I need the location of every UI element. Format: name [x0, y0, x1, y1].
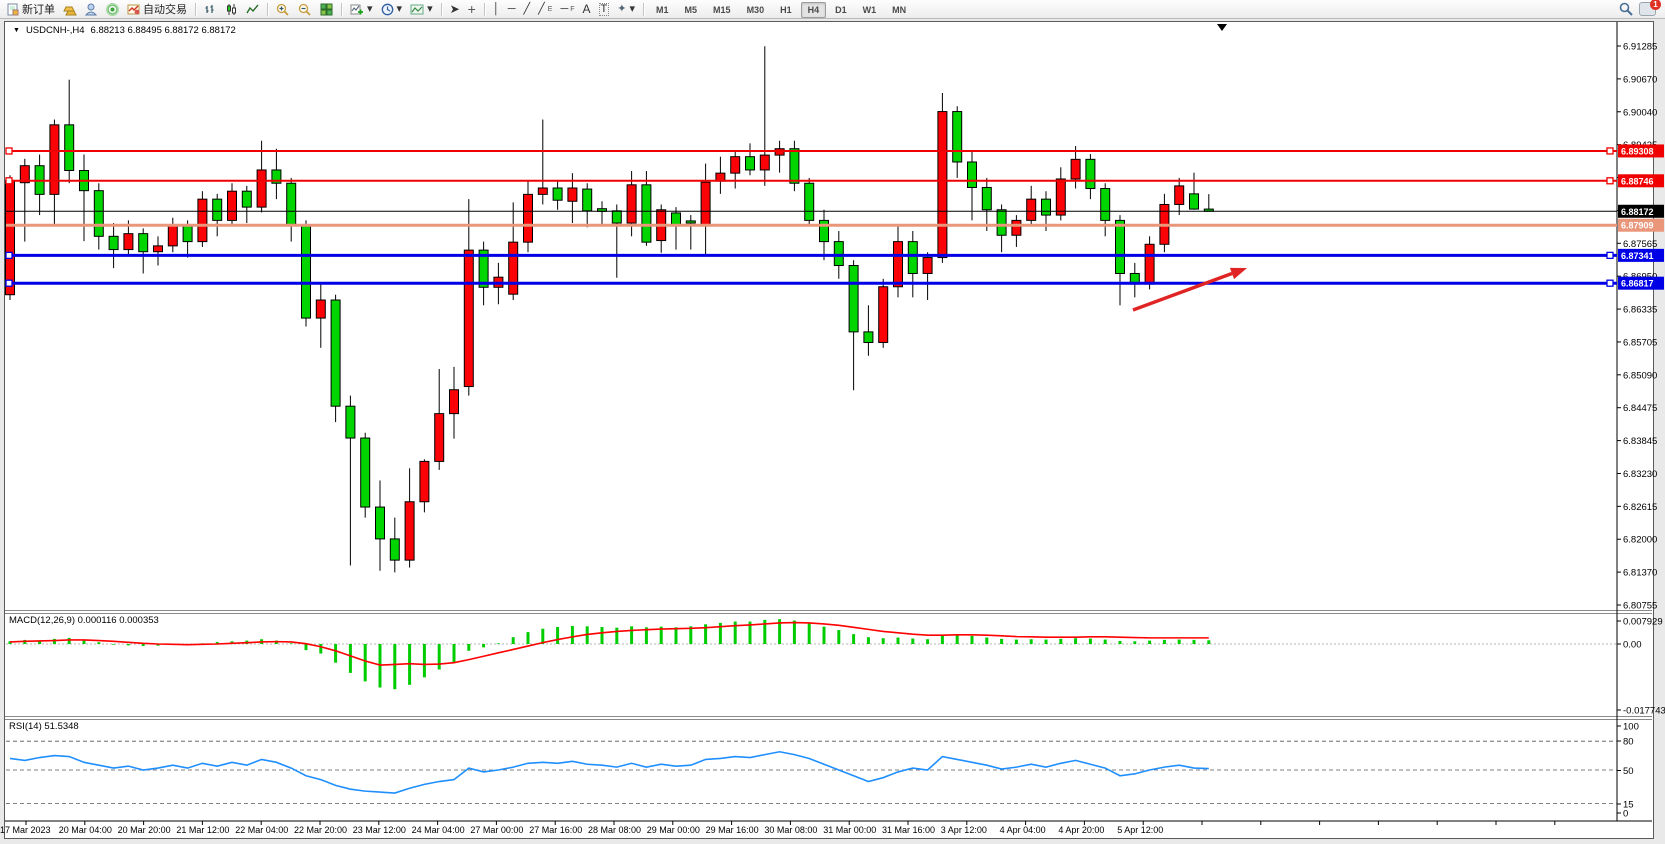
svg-text:6.84475: 6.84475	[1623, 403, 1657, 414]
svg-text:6.83230: 6.83230	[1623, 469, 1657, 480]
svg-text:31 Mar 00:00: 31 Mar 00:00	[823, 825, 876, 835]
svg-text:30 Mar 08:00: 30 Mar 08:00	[764, 825, 817, 835]
svg-text:3 Apr 12:00: 3 Apr 12:00	[941, 825, 987, 835]
svg-text:6.81370: 6.81370	[1623, 568, 1657, 579]
chart-ohlc-values: 6.88213 6.88495 6.88172 6.88172	[91, 25, 236, 36]
hline-handle[interactable]	[6, 252, 12, 258]
svg-text:100: 100	[1623, 722, 1639, 733]
mt4-trading-platform: { "toolbar": { "new_order_label": "新订单",…	[0, 0, 1665, 844]
svg-text:80: 80	[1623, 737, 1634, 748]
hline-handle[interactable]	[6, 178, 12, 184]
chart-canvas[interactable]: 6.912856.906706.900406.894256.888106.881…	[0, 0, 1665, 844]
chart-menu-caret-icon[interactable]: ▼	[13, 27, 20, 34]
hline-handle[interactable]	[1607, 148, 1613, 154]
macd-indicator-label: MACD(12,26,9) 0.000116 0.000353	[9, 615, 159, 626]
svg-text:6.91285: 6.91285	[1623, 42, 1657, 53]
rsi-indicator-label: RSI(14) 51.5348	[9, 721, 79, 732]
svg-text:4 Apr 04:00: 4 Apr 04:00	[1000, 825, 1046, 835]
svg-text:50: 50	[1623, 766, 1634, 777]
svg-text:27 Mar 00:00: 27 Mar 00:00	[470, 825, 523, 835]
svg-text:6.80755: 6.80755	[1623, 601, 1657, 612]
svg-text:6.87565: 6.87565	[1623, 239, 1657, 250]
svg-text:6.90670: 6.90670	[1623, 74, 1657, 85]
hline-handle[interactable]	[1607, 252, 1613, 258]
price-axis[interactable]: 6.912856.906706.900406.894256.888106.881…	[1617, 42, 1657, 612]
price-tags: 6.89308 6.88746 6.88172 6.87909 6.87341 6.868…	[1618, 144, 1664, 289]
svg-text:6.88172: 6.88172	[1621, 207, 1654, 217]
svg-text:6.86335: 6.86335	[1623, 305, 1657, 316]
svg-text:0.007929: 0.007929	[1623, 617, 1663, 628]
svg-text:6.83845: 6.83845	[1623, 436, 1657, 447]
svg-text:28 Mar 08:00: 28 Mar 08:00	[588, 825, 641, 835]
chart-shift-marker-icon[interactable]	[1217, 24, 1227, 31]
svg-text:0: 0	[1623, 809, 1628, 820]
svg-text:22 Mar 04:00: 22 Mar 04:00	[235, 825, 288, 835]
svg-text:31 Mar 16:00: 31 Mar 16:00	[882, 825, 935, 835]
svg-text:6.85705: 6.85705	[1623, 337, 1657, 348]
svg-text:4 Apr 20:00: 4 Apr 20:00	[1058, 825, 1104, 835]
svg-text:6.87341: 6.87341	[1621, 251, 1654, 261]
svg-text:6.85090: 6.85090	[1623, 370, 1657, 381]
svg-text:6.86817: 6.86817	[1621, 279, 1654, 289]
macd-signal-line	[10, 623, 1209, 666]
svg-text:23 Mar 12:00: 23 Mar 12:00	[353, 825, 406, 835]
hline-handle[interactable]	[6, 280, 12, 286]
svg-text:27 Mar 16:00: 27 Mar 16:00	[529, 825, 582, 835]
svg-text:6.82000: 6.82000	[1623, 535, 1657, 546]
rsi-line	[10, 752, 1209, 793]
hline-handle[interactable]	[6, 148, 12, 154]
svg-text:20 Mar 20:00: 20 Mar 20:00	[118, 825, 171, 835]
svg-text:-0.017743: -0.017743	[1623, 706, 1665, 717]
hline-handle[interactable]	[1607, 178, 1613, 184]
chart-title-bar: ▼ USDCNH-,H4 6.88213 6.88495 6.88172 6.8…	[13, 25, 236, 36]
svg-text:22 Mar 20:00: 22 Mar 20:00	[294, 825, 347, 835]
svg-text:17 Mar 2023: 17 Mar 2023	[0, 825, 51, 835]
svg-text:6.88746: 6.88746	[1621, 176, 1654, 186]
svg-text:29 Mar 00:00: 29 Mar 00:00	[647, 825, 700, 835]
svg-text:21 Mar 12:00: 21 Mar 12:00	[176, 825, 229, 835]
svg-text:29 Mar 16:00: 29 Mar 16:00	[706, 825, 759, 835]
candles-layer	[6, 46, 1214, 572]
hline-handle[interactable]	[1607, 280, 1613, 286]
svg-text:0.00: 0.00	[1623, 640, 1642, 651]
svg-text:24 Mar 04:00: 24 Mar 04:00	[412, 825, 465, 835]
svg-text:20 Mar 04:00: 20 Mar 04:00	[59, 825, 112, 835]
svg-text:6.87909: 6.87909	[1621, 221, 1654, 231]
macd-panel: 0.007929 0.00 -0.017743	[6, 617, 1665, 717]
time-axis[interactable]: 17 Mar 2023 20 Mar 04:00 20 Mar 20:00 21 Ma…	[0, 821, 1555, 835]
chart-symbol-title: USDCNH-,H4	[26, 25, 85, 36]
rsi-panel: 1008050150	[6, 722, 1639, 820]
svg-text:5 Apr 12:00: 5 Apr 12:00	[1117, 825, 1163, 835]
svg-text:6.89308: 6.89308	[1621, 146, 1654, 156]
svg-text:6.90040: 6.90040	[1623, 107, 1657, 118]
svg-text:6.82615: 6.82615	[1623, 502, 1657, 513]
